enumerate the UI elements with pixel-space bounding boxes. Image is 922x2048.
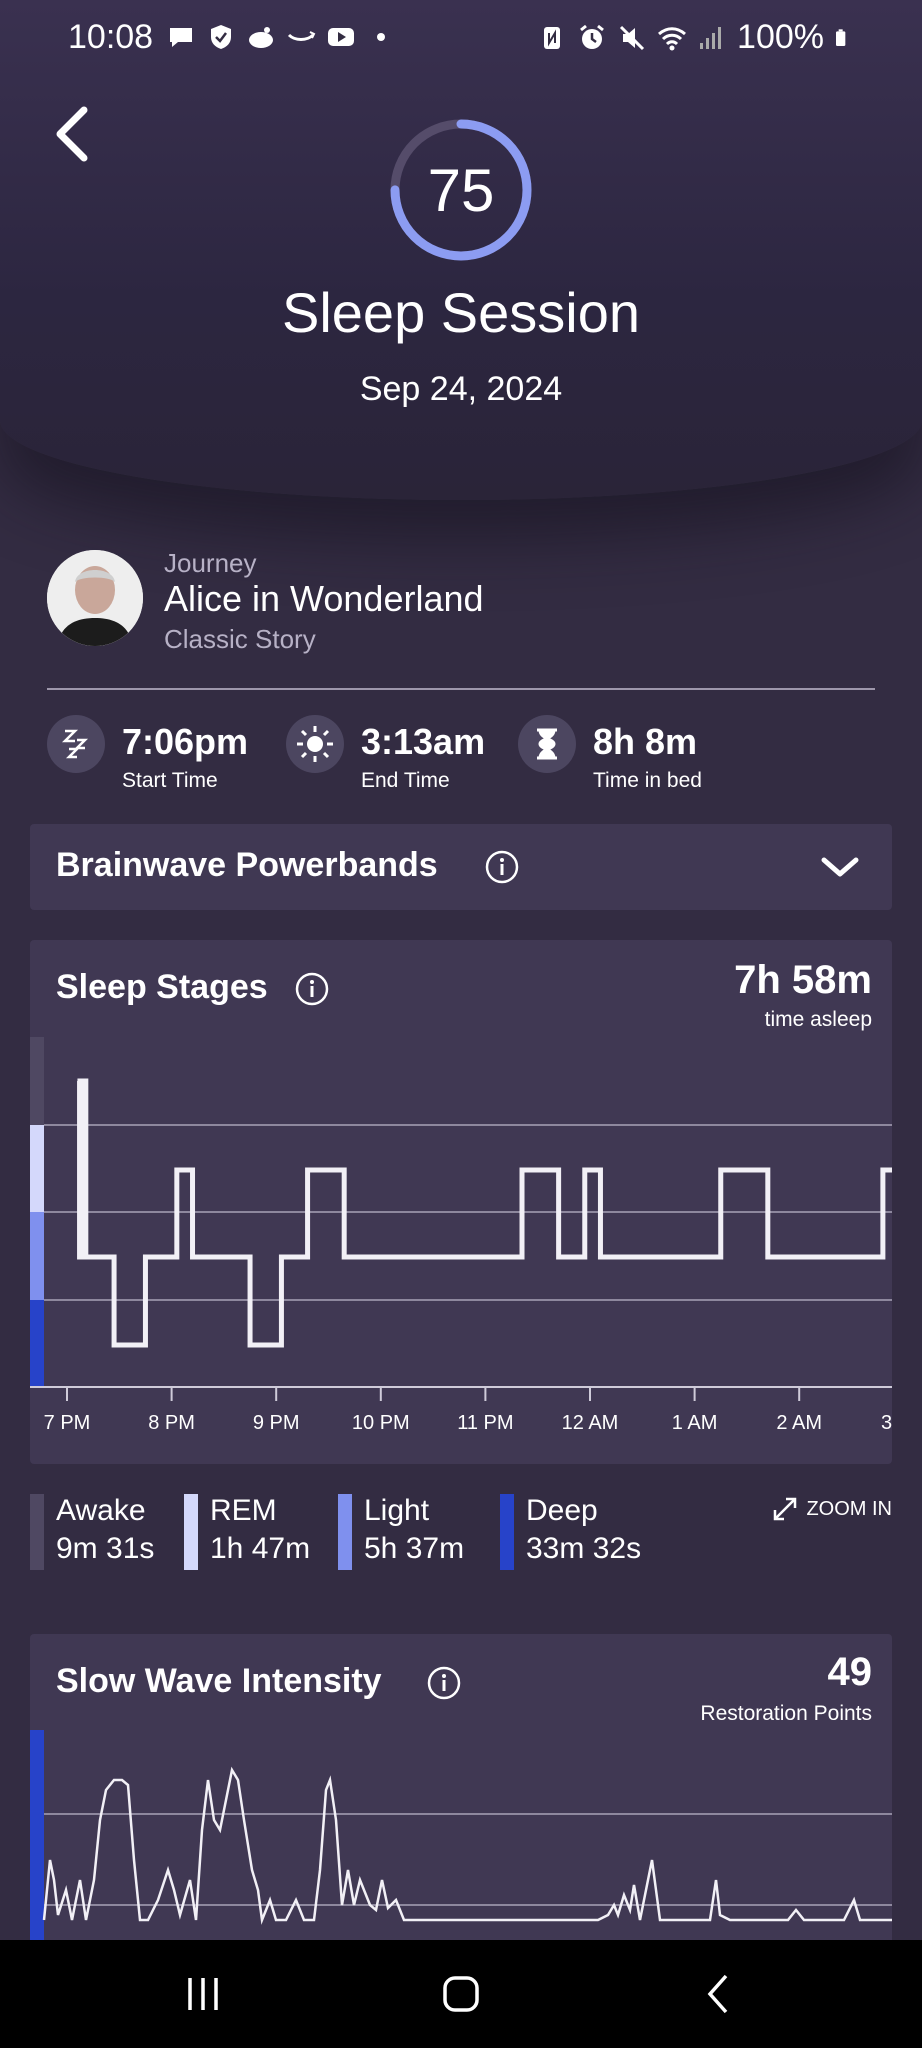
time-asleep-label: time asleep [764, 1008, 872, 1031]
start-time-label: Start Time [122, 769, 218, 792]
status-bar: 10:08 100% [0, 0, 922, 80]
journey-subtitle: Classic Story [164, 624, 316, 654]
info-icon[interactable] [485, 850, 519, 884]
time-asleep-value: 7h 58m [734, 958, 872, 1002]
stage-band-deep [30, 1300, 44, 1388]
system-icons: 100% [537, 18, 854, 57]
battery-icon [836, 28, 846, 46]
zoom-in-button[interactable]: ZOOM IN [772, 1496, 892, 1522]
x-tick-label: 11 PM [457, 1412, 513, 1434]
legend-value: 1h 47m [210, 1532, 311, 1565]
x-tick-label: 1 AM [672, 1412, 718, 1434]
zoom-in-label: ZOOM IN [806, 1497, 892, 1520]
nfc-icon [544, 26, 561, 49]
sleep-stages-title: Sleep Stages [56, 968, 268, 1006]
legend-name: Awake [56, 1494, 146, 1527]
legend-value: 33m 32s [526, 1532, 642, 1565]
restoration-label: Restoration Points [700, 1702, 872, 1725]
info-icon[interactable] [427, 1666, 461, 1700]
sleep-stages-card: Sleep Stages 7h 58m time asleep 7 PM 8 PM… [30, 940, 892, 1464]
sleep-score-ring: 75 [388, 117, 534, 263]
legend-value: 5h 37m [364, 1532, 465, 1565]
legend-deep-swatch [500, 1494, 514, 1570]
x-tick-label: 7 PM [44, 1412, 91, 1434]
notification-icons [166, 22, 396, 52]
legend-name: REM [210, 1494, 277, 1527]
journey-section[interactable]: Journey Alice in Wonderland Classic Stor… [47, 548, 875, 658]
alarm-icon [580, 24, 604, 49]
zzz-icon [47, 715, 105, 773]
x-tick-label: 3 AM [881, 1412, 892, 1434]
expand-icon [774, 1497, 797, 1521]
dot-icon [377, 33, 385, 41]
chat-icon [170, 28, 192, 47]
signal-icon [700, 26, 722, 49]
youtube-icon [328, 28, 354, 46]
time-in-bed-value: 8h 8m [593, 721, 698, 762]
x-tick-label: 9 PM [253, 1412, 300, 1434]
amazon-icon [287, 31, 316, 41]
x-tick-label: 12 AM [562, 1412, 619, 1434]
page-title: Sleep Session [281, 281, 640, 344]
legend-name: Light [364, 1494, 430, 1527]
x-tick-label: 8 PM [148, 1412, 195, 1434]
divider [47, 688, 875, 690]
mute-icon [619, 25, 645, 50]
stage-band-rem [30, 1125, 44, 1213]
legend-name: Deep [526, 1494, 598, 1527]
sun-icon [286, 715, 344, 773]
session-date: Sep 24, 2024 [359, 370, 563, 408]
legend-rem-swatch [184, 1494, 198, 1570]
back-button[interactable] [44, 100, 104, 170]
wifi-icon [658, 26, 687, 50]
status-time: 10:08 [68, 18, 154, 56]
hypnogram-chart: 7 PM 8 PM 9 PM 10 PM 11 PM 12 AM 1 AM 2 AM 3 AM [30, 1037, 892, 1434]
slow-wave-line [42, 1766, 892, 1925]
sleep-score-value: 75 [427, 156, 495, 224]
battery-percent: 100% [737, 18, 824, 56]
stage-band-light [30, 1212, 44, 1300]
stage-band-awake [30, 1037, 44, 1125]
legend-awake-swatch [30, 1494, 44, 1570]
journey-title: Alice in Wonderland [164, 578, 484, 619]
end-time-value: 3:13am [361, 721, 486, 762]
journey-label: Journey [164, 548, 257, 578]
avatar [47, 550, 143, 646]
nav-back-button[interactable] [684, 1962, 754, 2026]
hourglass-icon [518, 715, 576, 773]
time-in-bed-label: Time in bed [593, 769, 702, 792]
cloud-app-icon [249, 27, 273, 48]
x-tick-label: 2 AM [776, 1412, 822, 1434]
stage-legend: Awake 9m 31s REM 1h 47m Light 5h 37m Dee… [30, 1494, 892, 1574]
shield-icon [211, 25, 231, 49]
powerbands-title: Brainwave Powerbands [56, 846, 438, 884]
android-nav-bar [0, 1940, 922, 2048]
legend-light-swatch [338, 1494, 352, 1570]
powerbands-accordion[interactable]: Brainwave Powerbands [30, 824, 892, 910]
info-icon[interactable] [295, 972, 329, 1006]
restoration-value: 49 [827, 1650, 873, 1694]
x-tick-label: 10 PM [352, 1412, 410, 1434]
start-time-value: 7:06pm [122, 721, 249, 762]
hypnogram-line [77, 1078, 892, 1348]
home-button[interactable] [426, 1962, 496, 2026]
chevron-down-icon[interactable] [820, 850, 860, 884]
legend-value: 9m 31s [56, 1532, 155, 1565]
end-time-label: End Time [361, 769, 450, 792]
slow-wave-title: Slow Wave Intensity [56, 1662, 382, 1700]
recent-apps-button[interactable] [168, 1962, 238, 2026]
